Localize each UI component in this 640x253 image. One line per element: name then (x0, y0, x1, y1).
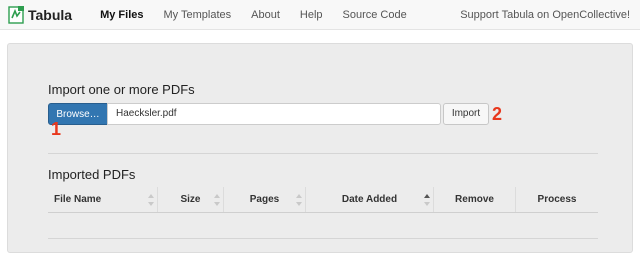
nav-my-templates[interactable]: My Templates (163, 9, 231, 21)
import-title: Import one or more PDFs (48, 82, 195, 97)
upload-panel: Import one or more PDFs Browse… Haecksle… (7, 43, 633, 253)
nav-source-code[interactable]: Source Code (343, 9, 407, 21)
step-marker-1: 1 (51, 119, 62, 139)
brand-name: Tabula (28, 6, 73, 23)
nav-help[interactable]: Help (300, 9, 323, 21)
support-link[interactable]: Support Tabula on OpenCollective! (460, 9, 630, 21)
step-marker-2: 2 (492, 104, 503, 124)
section-divider (48, 153, 598, 154)
column-pages[interactable]: Pages (224, 187, 306, 212)
column-label: Remove (455, 194, 494, 205)
column-date-added[interactable]: Date Added (306, 187, 434, 212)
column-label: Date Added (341, 194, 398, 205)
tabula-logo-icon (8, 5, 24, 24)
column-file-name[interactable]: File Name (48, 187, 158, 212)
import-button[interactable]: Import (443, 103, 489, 125)
column-label: Pages (249, 194, 280, 205)
column-process: Process (516, 187, 598, 212)
sort-active-icon (424, 193, 430, 207)
sort-icon (148, 193, 154, 207)
column-size[interactable]: Size (158, 187, 224, 212)
brand[interactable]: Tabula (8, 5, 73, 24)
table-bottom-divider (48, 238, 598, 239)
nav-my-files[interactable]: My Files (100, 9, 143, 21)
column-label: Process (537, 194, 577, 205)
nav-about[interactable]: About (251, 9, 280, 21)
column-label: File Name (54, 194, 102, 205)
sort-icon (296, 193, 302, 207)
selected-file-field[interactable]: Haecksler.pdf (107, 103, 441, 125)
files-table-header: File Name Size Pages Date Added Remove P… (48, 187, 598, 213)
top-navbar: Tabula My Files My Templates About Help … (0, 0, 640, 30)
sort-icon (214, 193, 220, 207)
column-remove: Remove (434, 187, 516, 212)
imported-title: Imported PDFs (48, 167, 136, 182)
